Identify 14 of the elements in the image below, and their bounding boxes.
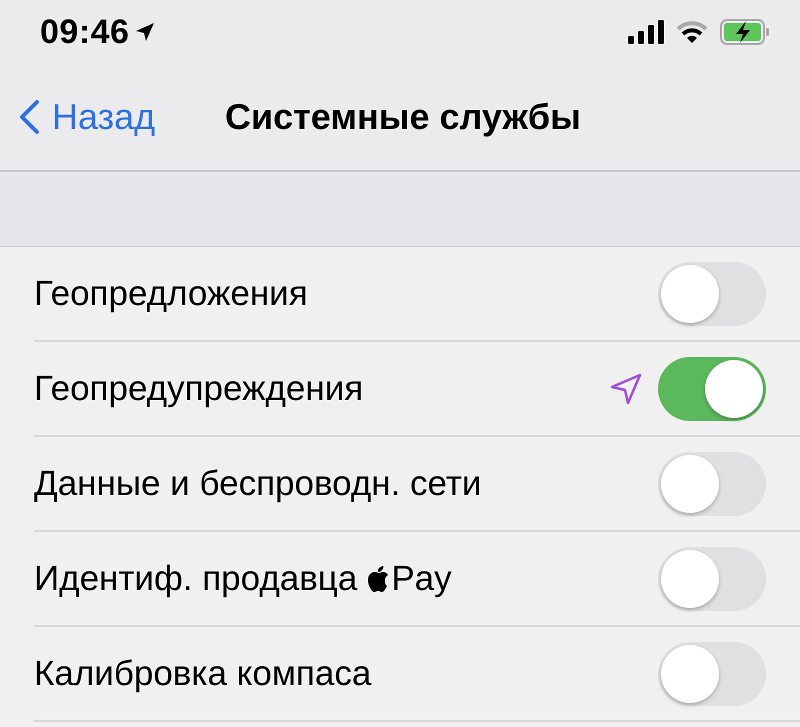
apple-icon <box>367 566 390 592</box>
screen-title: Системные службы <box>225 96 581 138</box>
row-label: Геопредложения <box>34 274 308 314</box>
row-label: Геопредупреждения <box>34 368 364 408</box>
pay-label: Pay <box>391 558 452 598</box>
row-label: Идентиф. продавца <box>34 558 358 598</box>
back-button[interactable]: Назад <box>0 95 205 139</box>
chevron-left-icon <box>18 99 40 135</box>
row-label: Данные и беспроводн. сети <box>34 464 482 504</box>
row-label: Калибровка компаса <box>34 654 372 694</box>
status-time: 09:46 <box>40 12 130 52</box>
battery-charging-icon <box>720 19 770 45</box>
signal-icon <box>628 20 664 44</box>
wifi-icon <box>676 20 708 44</box>
